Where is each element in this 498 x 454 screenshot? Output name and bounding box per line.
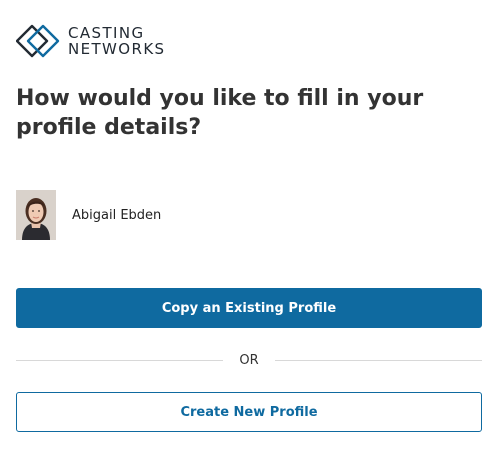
profile-summary: Abigail Ebden — [16, 190, 161, 240]
profile-photo-icon — [16, 190, 56, 240]
logo-line-2: NETWORKS — [68, 40, 166, 58]
or-label: OR — [239, 352, 259, 368]
profile-name: Abigail Ebden — [72, 207, 162, 223]
create-new-profile-button[interactable]: Create New Profile — [16, 392, 482, 432]
or-divider: OR — [16, 350, 483, 370]
divider-line-left — [16, 359, 224, 361]
copy-existing-profile-button[interactable]: Copy an Existing Profile — [16, 288, 482, 328]
profile-choice-page: CASTING NETWORKS How would you like to f… — [0, 0, 498, 454]
logo-wordmark: CASTING NETWORKS — [68, 25, 165, 57]
diamond-logo-icon — [16, 24, 60, 58]
casting-networks-logo: CASTING NETWORKS — [16, 24, 165, 58]
avatar — [16, 190, 56, 240]
logo-line-1: CASTING — [68, 24, 145, 42]
page-title: How would you like to fill in your profi… — [16, 86, 424, 140]
divider-line-right — [274, 359, 483, 361]
